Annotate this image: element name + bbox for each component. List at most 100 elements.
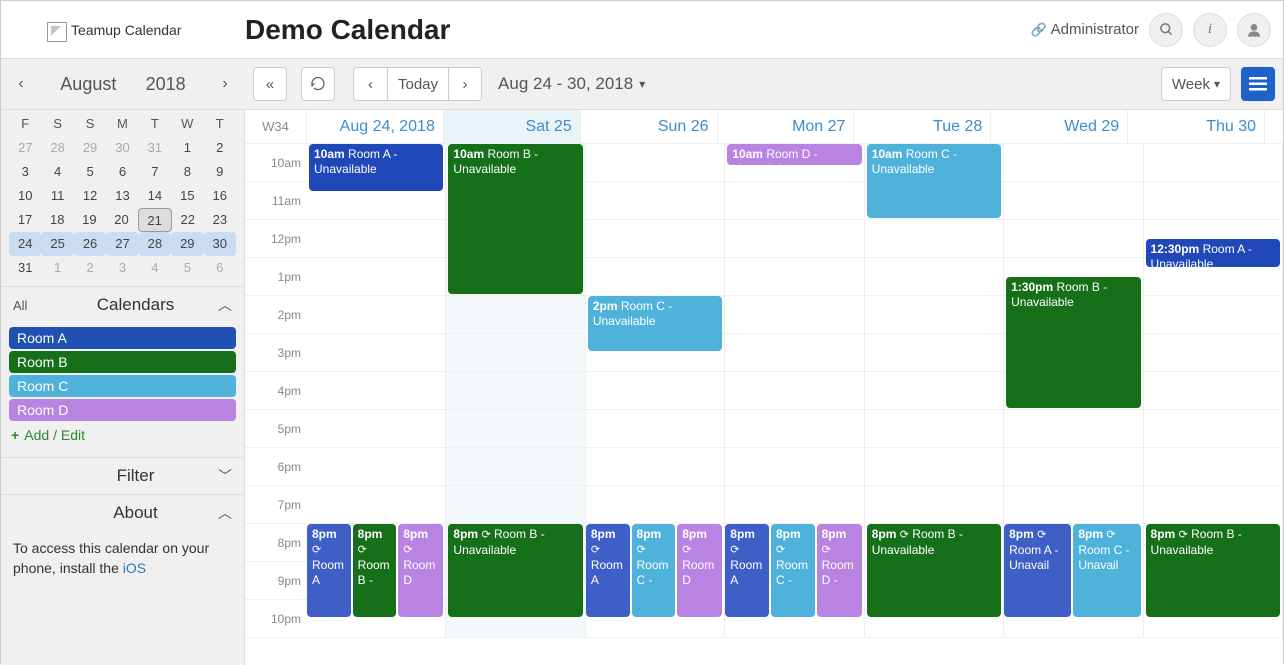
calendar-event[interactable]: 8pm ⟳ Room B - Unavailable [867, 524, 1001, 617]
day-header[interactable]: Sat 25 [444, 110, 581, 143]
mini-cal-day[interactable]: 10 [9, 184, 41, 208]
mini-cal-day[interactable]: 29 [74, 136, 106, 160]
mini-cal-day[interactable]: 13 [106, 184, 138, 208]
mini-cal-day[interactable]: 25 [41, 232, 73, 256]
admin-link[interactable]: 🔗 Administrator [1030, 21, 1139, 38]
mini-cal-day[interactable]: 20 [105, 208, 137, 232]
calendar-event[interactable]: 8pm ⟳ Room C - [632, 524, 676, 617]
view-select[interactable]: Week ▾ [1161, 67, 1231, 101]
mini-cal-day[interactable]: 17 [9, 208, 41, 232]
mini-cal-day[interactable]: 19 [73, 208, 105, 232]
calendar-event[interactable]: 8pm ⟳ Room B - Unavailable [1146, 524, 1280, 617]
mini-cal-day[interactable]: 21 [138, 208, 172, 232]
mini-cal-day[interactable]: 12 [74, 184, 106, 208]
calendar-event[interactable]: 2pm Room C - Unavailable [588, 296, 722, 351]
ios-link[interactable]: iOS [123, 560, 146, 576]
day-header[interactable]: Aug 24, 2018 [307, 110, 444, 143]
mini-cal-day[interactable]: 7 [139, 160, 171, 184]
mini-cal-day[interactable]: 27 [106, 232, 138, 256]
calendar-event[interactable]: 8pm ⟳ Room A [307, 524, 351, 617]
calendar-event[interactable]: 8pm ⟳ Room A - Unavail [1004, 524, 1071, 617]
prev-week-button[interactable]: ‹ [353, 67, 387, 101]
mini-cal-day[interactable]: 3 [106, 256, 138, 280]
calendar-event[interactable]: 10am Room C - Unavailable [867, 144, 1001, 218]
calendar-event[interactable]: 8pm ⟳ Room D [677, 524, 722, 617]
mini-cal-day[interactable]: 31 [9, 256, 41, 280]
mini-cal-day[interactable]: 4 [139, 256, 171, 280]
day-column[interactable]: 10am Room A - Unavailable 8pm ⟳ Room A 8pm… [307, 144, 446, 638]
calendar-event[interactable]: 8pm ⟳ Room A [725, 524, 769, 617]
mini-cal-day[interactable]: 15 [171, 184, 203, 208]
mini-cal-day[interactable]: 31 [139, 136, 171, 160]
calendar-grid[interactable]: 10am11am12pm1pm2pm3pm4pm5pm6pm7pm8pm9pm1… [245, 144, 1283, 665]
mini-cal-day[interactable]: 27 [9, 136, 41, 160]
mini-cal-day[interactable]: 24 [9, 232, 41, 256]
mini-cal-day[interactable]: 2 [74, 256, 106, 280]
mini-cal-day[interactable]: 14 [139, 184, 171, 208]
mini-cal-day[interactable]: 28 [139, 232, 171, 256]
mini-cal-day[interactable]: 5 [171, 256, 203, 280]
calendars-header[interactable]: All Calendars ︿ [1, 287, 244, 323]
calendar-event[interactable]: 8pm ⟳ Room A [586, 524, 630, 617]
calendar-event[interactable]: 8pm ⟳ Room C - Unavail [1073, 524, 1140, 617]
day-column[interactable]: 10am Room B - Unavailable 8pm ⟳ Room B - … [446, 144, 585, 638]
calendar-event[interactable]: 8pm ⟳ Room B - Unavailable [448, 524, 582, 617]
day-header[interactable]: Thu 30 [1128, 110, 1265, 143]
mini-cal-day[interactable]: 8 [171, 160, 203, 184]
calendar-item[interactable]: Room A [9, 327, 236, 349]
info-button[interactable]: i [1193, 13, 1227, 47]
next-month-button[interactable]: › [215, 70, 235, 98]
mini-cal-day[interactable]: 2 [204, 136, 236, 160]
next-week-button[interactable]: › [448, 67, 482, 101]
calendar-item[interactable]: Room C [9, 375, 236, 397]
today-button[interactable]: Today [387, 67, 448, 101]
calendar-event[interactable]: 10am Room D - Unavailable [727, 144, 861, 165]
mini-cal-day[interactable]: 22 [172, 208, 204, 232]
calendar-event[interactable]: 10am Room B - Unavailable [448, 144, 582, 294]
day-header[interactable]: Mon 27 [718, 110, 855, 143]
date-range-picker[interactable]: Aug 24 - 30, 2018 ▾ [486, 74, 657, 94]
mini-cal-day[interactable]: 28 [41, 136, 73, 160]
mini-cal-day[interactable]: 29 [171, 232, 203, 256]
day-column[interactable]: 10am Room C - Unavailable 8pm ⟳ Room B - … [865, 144, 1004, 638]
mini-cal-day[interactable]: 9 [204, 160, 236, 184]
day-header[interactable]: Tue 28 [854, 110, 991, 143]
add-edit-button[interactable]: + Add / Edit [9, 423, 236, 447]
calendar-event[interactable]: 10am Room A - Unavailable [309, 144, 443, 191]
prev-month-button[interactable]: ‹ [11, 70, 31, 98]
calendar-event[interactable]: 8pm ⟳ Room D [398, 524, 443, 617]
filter-header[interactable]: Filter ﹀ [1, 458, 244, 494]
calendar-event[interactable]: 8pm ⟳ Room D - [817, 524, 862, 617]
day-column[interactable]: 10am Room D - Unavailable8pm ⟳ Room A8pm… [725, 144, 864, 638]
search-button[interactable] [1149, 13, 1183, 47]
mini-cal-day[interactable]: 4 [41, 160, 73, 184]
day-column[interactable]: 2pm Room C - Unavailable8pm ⟳ Room A8pm … [586, 144, 725, 638]
day-column[interactable]: 1:30pm Room B - Unavailable 8pm ⟳ Room A … [1004, 144, 1143, 638]
day-column[interactable]: 12:30pm Room A - Unavailable 8pm ⟳ Room B… [1144, 144, 1283, 638]
about-header[interactable]: About ︿ [1, 495, 244, 531]
calendar-event[interactable]: 8pm ⟳ Room C - [771, 524, 815, 617]
calendar-event[interactable]: 12:30pm Room A - Unavailable [1146, 239, 1280, 267]
mini-cal-day[interactable]: 30 [204, 232, 236, 256]
mini-cal-day[interactable]: 18 [41, 208, 73, 232]
day-header[interactable]: Wed 29 [991, 110, 1128, 143]
mini-cal-day[interactable]: 5 [74, 160, 106, 184]
jump-back-button[interactable]: « [253, 67, 287, 101]
menu-button[interactable] [1241, 67, 1275, 101]
mini-cal-day[interactable]: 1 [171, 136, 203, 160]
mini-cal-day[interactable]: 30 [106, 136, 138, 160]
mini-cal-day[interactable]: 23 [204, 208, 236, 232]
calendar-item[interactable]: Room B [9, 351, 236, 373]
calendar-item[interactable]: Room D [9, 399, 236, 421]
mini-cal-day[interactable]: 6 [204, 256, 236, 280]
mini-cal-day[interactable]: 16 [204, 184, 236, 208]
mini-cal-day[interactable]: 3 [9, 160, 41, 184]
mini-cal-day[interactable]: 1 [41, 256, 73, 280]
mini-cal-day[interactable]: 6 [106, 160, 138, 184]
mini-cal-day[interactable]: 11 [41, 184, 73, 208]
mini-cal-day[interactable]: 26 [74, 232, 106, 256]
day-header[interactable]: Sun 26 [581, 110, 718, 143]
user-button[interactable] [1237, 13, 1271, 47]
refresh-button[interactable] [301, 67, 335, 101]
calendar-event[interactable]: 1:30pm Room B - Unavailable [1006, 277, 1140, 408]
